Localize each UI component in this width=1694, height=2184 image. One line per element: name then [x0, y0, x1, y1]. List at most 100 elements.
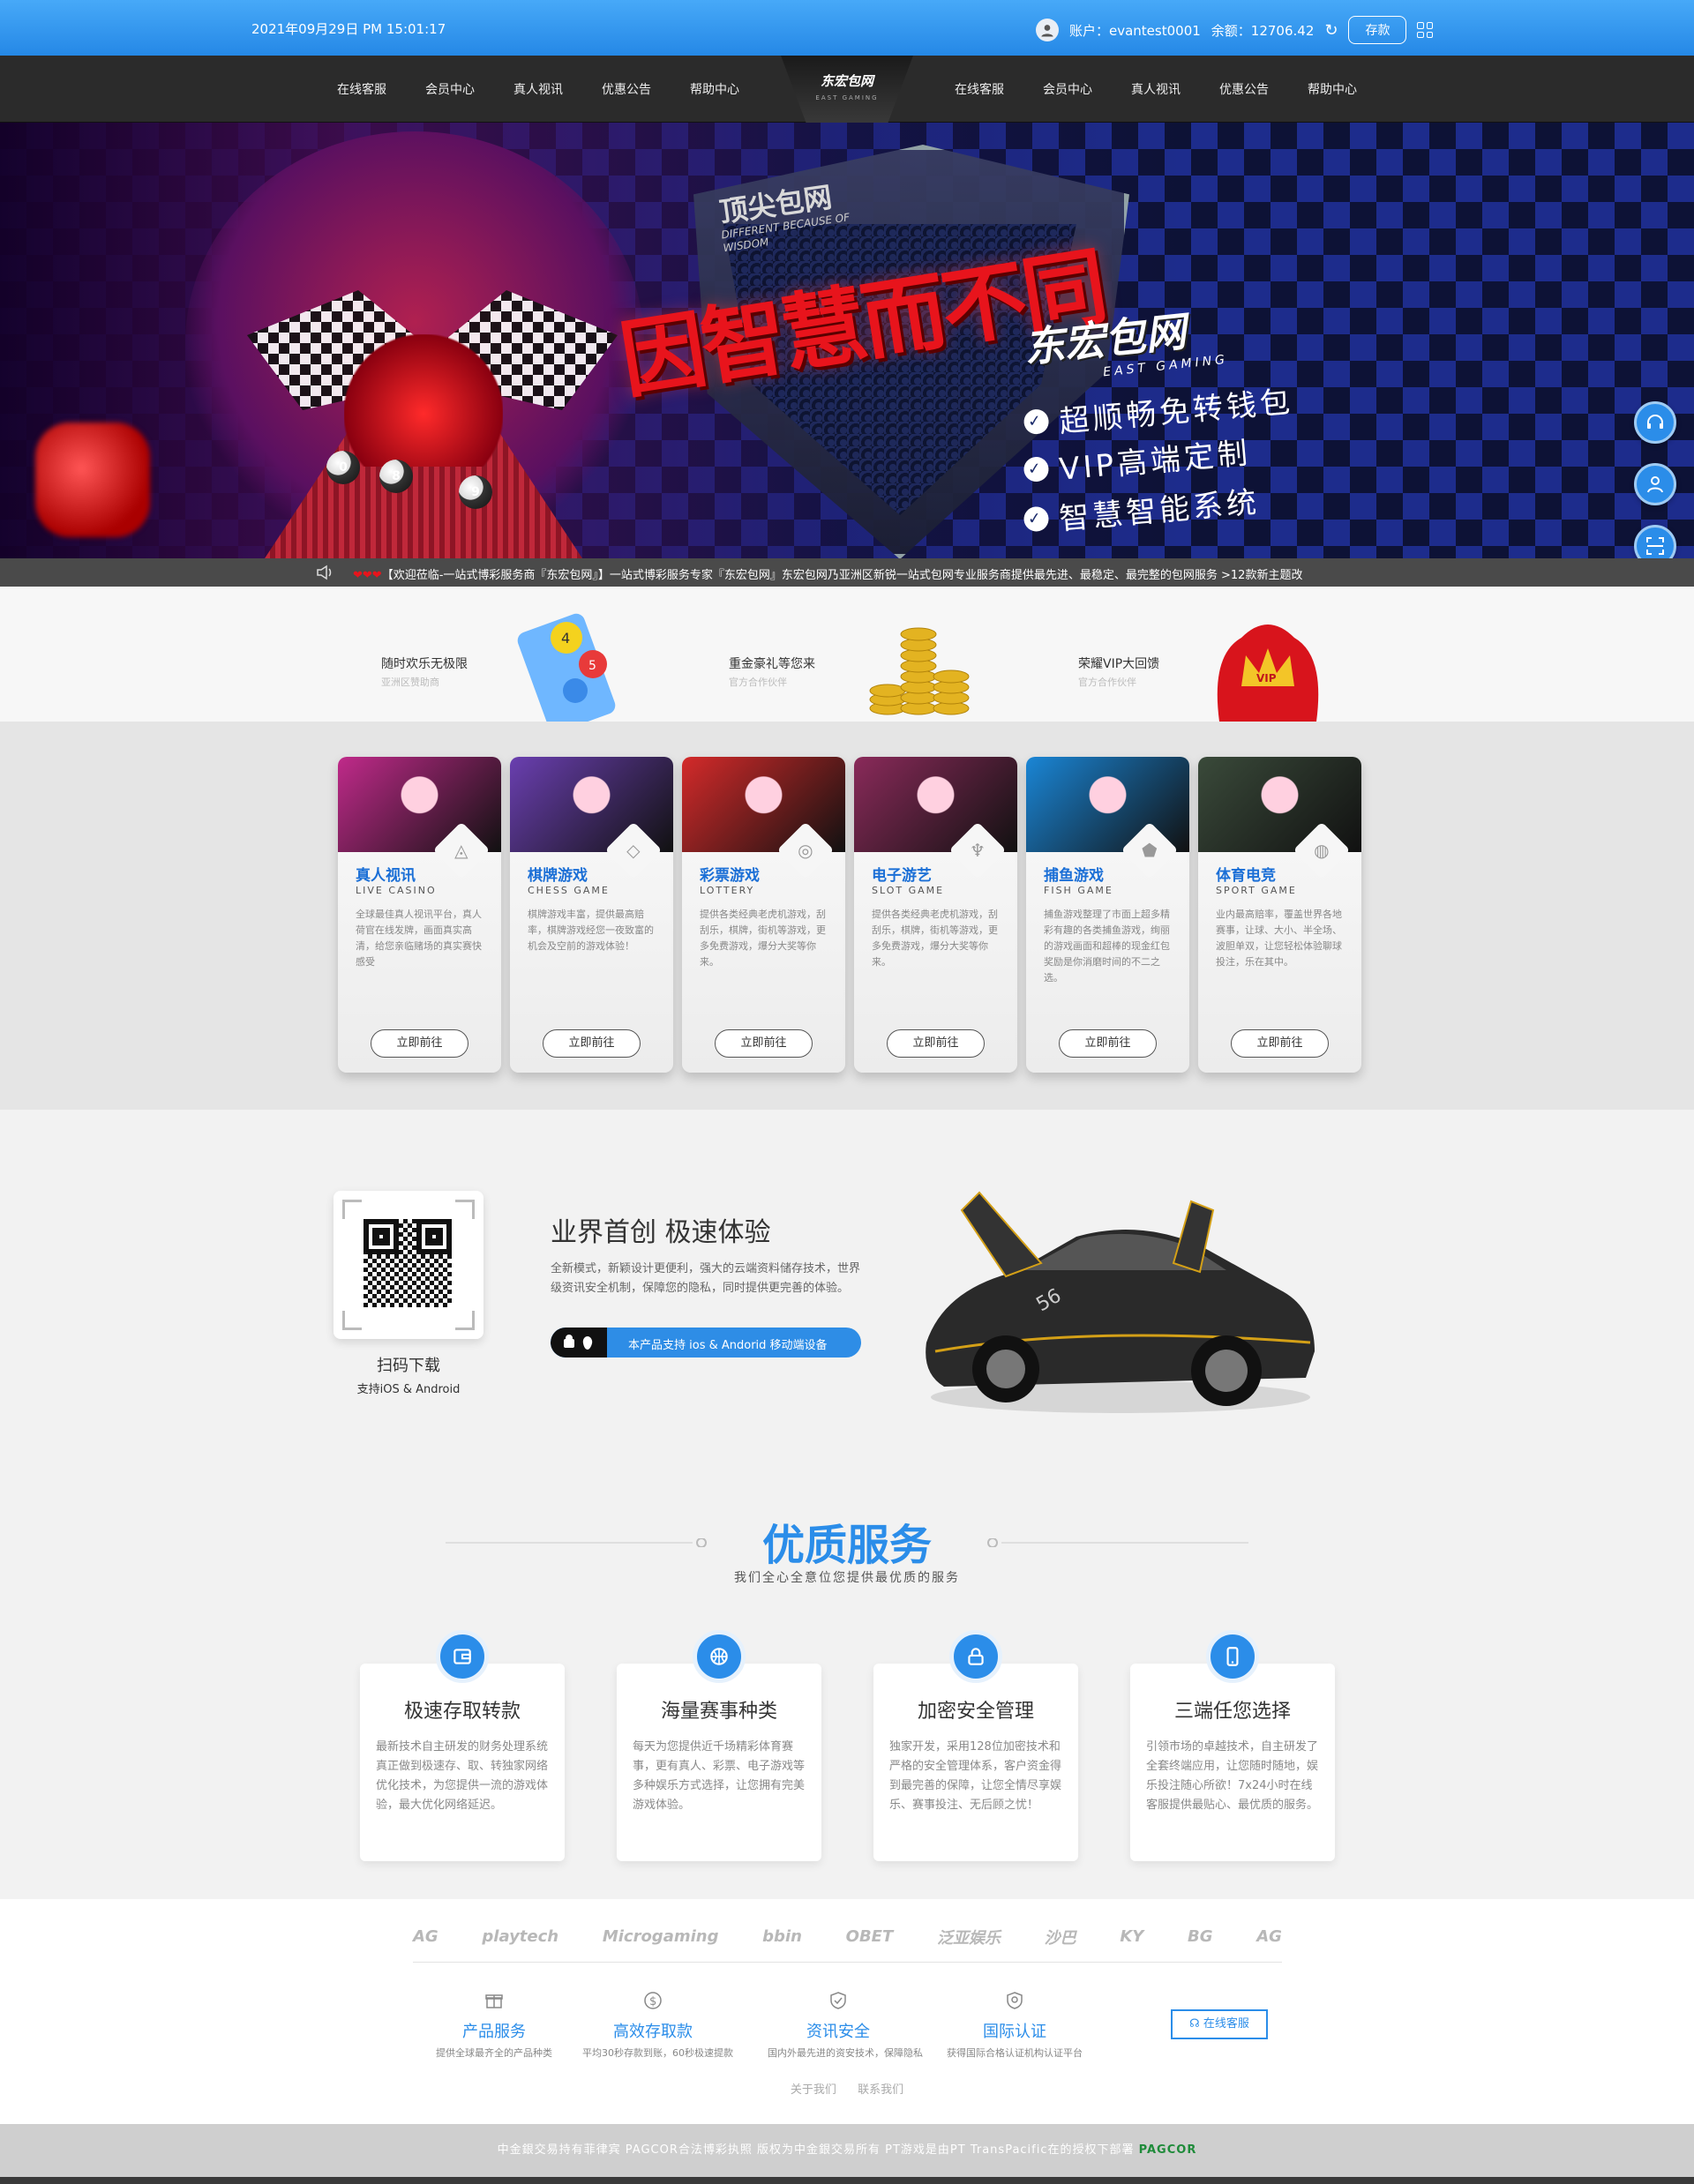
- contact-us-link[interactable]: 联系我们: [858, 2083, 903, 2097]
- user-icon: [1647, 476, 1663, 493]
- pagcor-logo: PAGCOR: [1138, 2143, 1197, 2157]
- promo-item[interactable]: 随时欢乐无极限 亚洲区赞助商 4 5: [381, 587, 716, 722]
- nav-item-member-center[interactable]: 会员中心: [406, 80, 494, 98]
- footer-feature[interactable]: 产品服务 提供全球最齐全的产品种类: [424, 1987, 565, 2060]
- refresh-icon[interactable]: ↻: [1324, 21, 1338, 40]
- corner-mark: [342, 1200, 362, 1219]
- balance-label: 余额：12706.42: [1211, 22, 1315, 39]
- headset-icon: [1647, 415, 1663, 429]
- platform-support-label: 支持iOS & Android: [356, 1383, 461, 1396]
- nav-item-help[interactable]: 帮助中心: [671, 80, 759, 98]
- game-card-subtitle: LOTTERY: [700, 885, 755, 896]
- headset-support-button[interactable]: [1634, 401, 1676, 444]
- enter-game-button[interactable]: 立即前往: [1231, 1029, 1329, 1058]
- online-service-button[interactable]: ☊ 在线客服: [1171, 2009, 1268, 2039]
- enter-game-button[interactable]: 立即前往: [371, 1029, 468, 1058]
- corner-mark: [455, 1311, 475, 1330]
- game-card-subtitle: CHESS GAME: [528, 885, 610, 896]
- game-categories: ◬ 真人视讯 LIVE CASINO 全球最佳真人视讯平台，真人荷官在线发牌，画面真实…: [0, 722, 1694, 1110]
- game-card[interactable]: ◍ 体育电竞 SPORT GAME 业内最高赔率，覆盖世界各地赛事，让球、大小、半全场…: [1198, 757, 1361, 1073]
- qr-code-image: [364, 1219, 452, 1307]
- game-card[interactable]: ◬ 真人视讯 LIVE CASINO 全球最佳真人视讯平台，真人荷官在线发牌，画面真实…: [338, 757, 501, 1073]
- dollar-icon: $: [640, 1987, 666, 2014]
- game-card-title: 棋牌游戏: [528, 867, 588, 885]
- mobile-support-pill[interactable]: 本产品支持 ios & Andorid 移动端设备: [551, 1328, 861, 1358]
- enter-game-button[interactable]: 立即前往: [1059, 1029, 1157, 1058]
- logo-text: 东宏包网: [820, 73, 873, 89]
- logo-subtext: EAST GAMING: [815, 94, 879, 101]
- footer-feature-title: 产品服务: [462, 2023, 526, 2041]
- grid-menu-icon[interactable]: [1417, 22, 1434, 38]
- service-card: 海量赛事种类 每天为您提供近千场精彩体育赛事，更有真人、彩票、电子游戏等多种娱乐方…: [617, 1630, 821, 1861]
- pool-ball-graphic: 8: [379, 460, 413, 493]
- game-card[interactable]: ⬟ 捕鱼游戏 FISH GAME 捕鱼游戏整理了市面上超多精彩有趣的各类捕鱼游戏，绚丽…: [1026, 757, 1189, 1073]
- nav-item-help[interactable]: 帮助中心: [1288, 80, 1376, 98]
- promo-title: 随时欢乐无极限: [381, 657, 468, 671]
- partner-logo: bbin: [762, 1927, 802, 1946]
- announcement-marquee[interactable]: ❤❤❤【欢迎莅临-一站式博彩服务商『东宏包网』】一站式博彩服务专家『东宏包网』东…: [0, 558, 1694, 587]
- service-card-title: 三端任您选择: [1173, 1701, 1291, 1723]
- nav-item-live-casino[interactable]: 真人视讯: [494, 80, 582, 98]
- partner-logo: AG: [1256, 1927, 1282, 1946]
- mobile-support-text: 本产品支持 ios & Andorid 移动端设备: [628, 1339, 828, 1352]
- banner-feature-label: 超顺畅免转钱包: [1057, 384, 1295, 440]
- promo-subtitle: 亚洲区赞助商: [381, 677, 439, 688]
- app-download-section: 扫码下载 支持iOS & Android 业界首创 极速体验 全新模式，新颖设计…: [0, 1110, 1694, 1498]
- enter-game-button[interactable]: 立即前往: [543, 1029, 641, 1058]
- game-card-subtitle: FISH GAME: [1044, 885, 1113, 896]
- service-card: 极速存取转款 最新技术自主研发的财务处理系统真正做到极速存、取、转独家网络优化技术…: [360, 1630, 565, 1861]
- service-card-description: 独家开发，采用128位加密技术和严格的安全管理体系，客户资金得到最完善的保障，让…: [889, 1740, 1062, 1812]
- nav-item-promotions[interactable]: 优惠公告: [582, 80, 671, 98]
- footer-feature[interactable]: 国际认证 获得国际合格认证机构认证平台: [944, 1987, 1085, 2060]
- account-label: 账户：evantest0001: [1069, 22, 1201, 39]
- nav-item-live-casino[interactable]: 真人视讯: [1112, 80, 1200, 98]
- game-card-subtitle: SPORT GAME: [1216, 885, 1297, 896]
- game-card[interactable]: ◇ 棋牌游戏 CHESS GAME 棋牌游戏丰富，提供最高赔率，棋牌游戏经您一夜致富的…: [510, 757, 673, 1073]
- mobile-icon: [1206, 1630, 1259, 1683]
- promo-title: 荣耀VIP大回馈: [1078, 657, 1160, 671]
- app-section-description: 全新模式，新颖设计更便利，强大的云端资料储存技术，世界级资讯安全机制，保障您的隐…: [551, 1262, 861, 1295]
- check-icon: ✓: [1023, 505, 1050, 533]
- pool-ball-graphic: 9: [459, 475, 492, 509]
- promo-item[interactable]: 荣耀VIP大回馈 官方合作伙伴 VIP: [1078, 587, 1413, 722]
- enter-game-button[interactable]: 立即前往: [715, 1029, 813, 1058]
- lock-icon: [949, 1630, 1002, 1683]
- partner-logo: playtech: [482, 1927, 559, 1946]
- qr-code-box[interactable]: [334, 1191, 483, 1339]
- nav-item-promotions[interactable]: 优惠公告: [1200, 80, 1288, 98]
- nav-item-member-center[interactable]: 会员中心: [1023, 80, 1112, 98]
- user-avatar-icon[interactable]: [1036, 19, 1059, 41]
- footer-feature[interactable]: 资讯安全 国内外最先进的资安技术，保障隐私: [768, 1987, 923, 2060]
- svg-text:VIP: VIP: [1256, 672, 1277, 684]
- game-card-subtitle: SLOT GAME: [872, 885, 945, 896]
- check-icon: ✓: [1023, 455, 1050, 482]
- promo-item[interactable]: 重金豪礼等您来 官方合作伙伴: [729, 587, 1064, 722]
- game-card[interactable]: ◎ 彩票游戏 LOTTERY 提供各类经典老虎机游戏，刮刮乐，棋牌，街机等游戏，更多免…: [682, 757, 845, 1073]
- svg-text:5: 5: [588, 659, 596, 673]
- service-card-title: 海量赛事种类: [660, 1701, 777, 1723]
- scan-icon: [1646, 537, 1664, 555]
- gold-coins-art: [869, 627, 970, 715]
- promo-subtitle: 官方合作伙伴: [729, 677, 787, 688]
- footer-links: 关于我们 联系我们: [0, 2080, 1694, 2097]
- service-card: 加密安全管理 独家开发，采用128位加密技术和严格的安全管理体系，客户资金得到最完…: [873, 1630, 1078, 1861]
- deposit-button[interactable]: 存款: [1348, 16, 1407, 44]
- about-us-link[interactable]: 关于我们: [791, 2083, 836, 2097]
- gift-icon: [481, 1987, 507, 2014]
- quality-service-section: 优质服务 我们全心全意位您提供最优质的服务 极速存取转款 最新技术自主研发的财务处…: [0, 1498, 1694, 1899]
- partner-logo: BG: [1188, 1927, 1213, 1946]
- sports-car-image: 56: [926, 1191, 1315, 1413]
- game-card-subtitle: LIVE CASINO: [356, 885, 437, 896]
- nav-item-customer-service[interactable]: 在线客服: [318, 80, 406, 98]
- game-card-title: 体育电竞: [1216, 867, 1276, 885]
- vip-crown-art: VIP: [1217, 625, 1319, 722]
- user-profile-button[interactable]: [1634, 463, 1676, 505]
- hero-banner[interactable]: 0 8 9 顶尖包网 DIFFERENT BECAUSE OF WISDOM 因…: [0, 123, 1694, 558]
- footer-feature-title: 国际认证: [983, 2023, 1046, 2041]
- footer-feature[interactable]: $ 高效存取款 平均30秒存款到账，60秒极速提款: [582, 1987, 733, 2060]
- enter-game-button[interactable]: 立即前往: [887, 1029, 985, 1058]
- game-card-title: 彩票游戏: [700, 867, 760, 885]
- nav-item-customer-service[interactable]: 在线客服: [935, 80, 1023, 98]
- speaker-icon: [317, 565, 332, 580]
- game-card[interactable]: ♆ 电子游艺 SLOT GAME 提供各类经典老虎机游戏，刮刮乐，棋牌，街机等游戏，更…: [854, 757, 1017, 1073]
